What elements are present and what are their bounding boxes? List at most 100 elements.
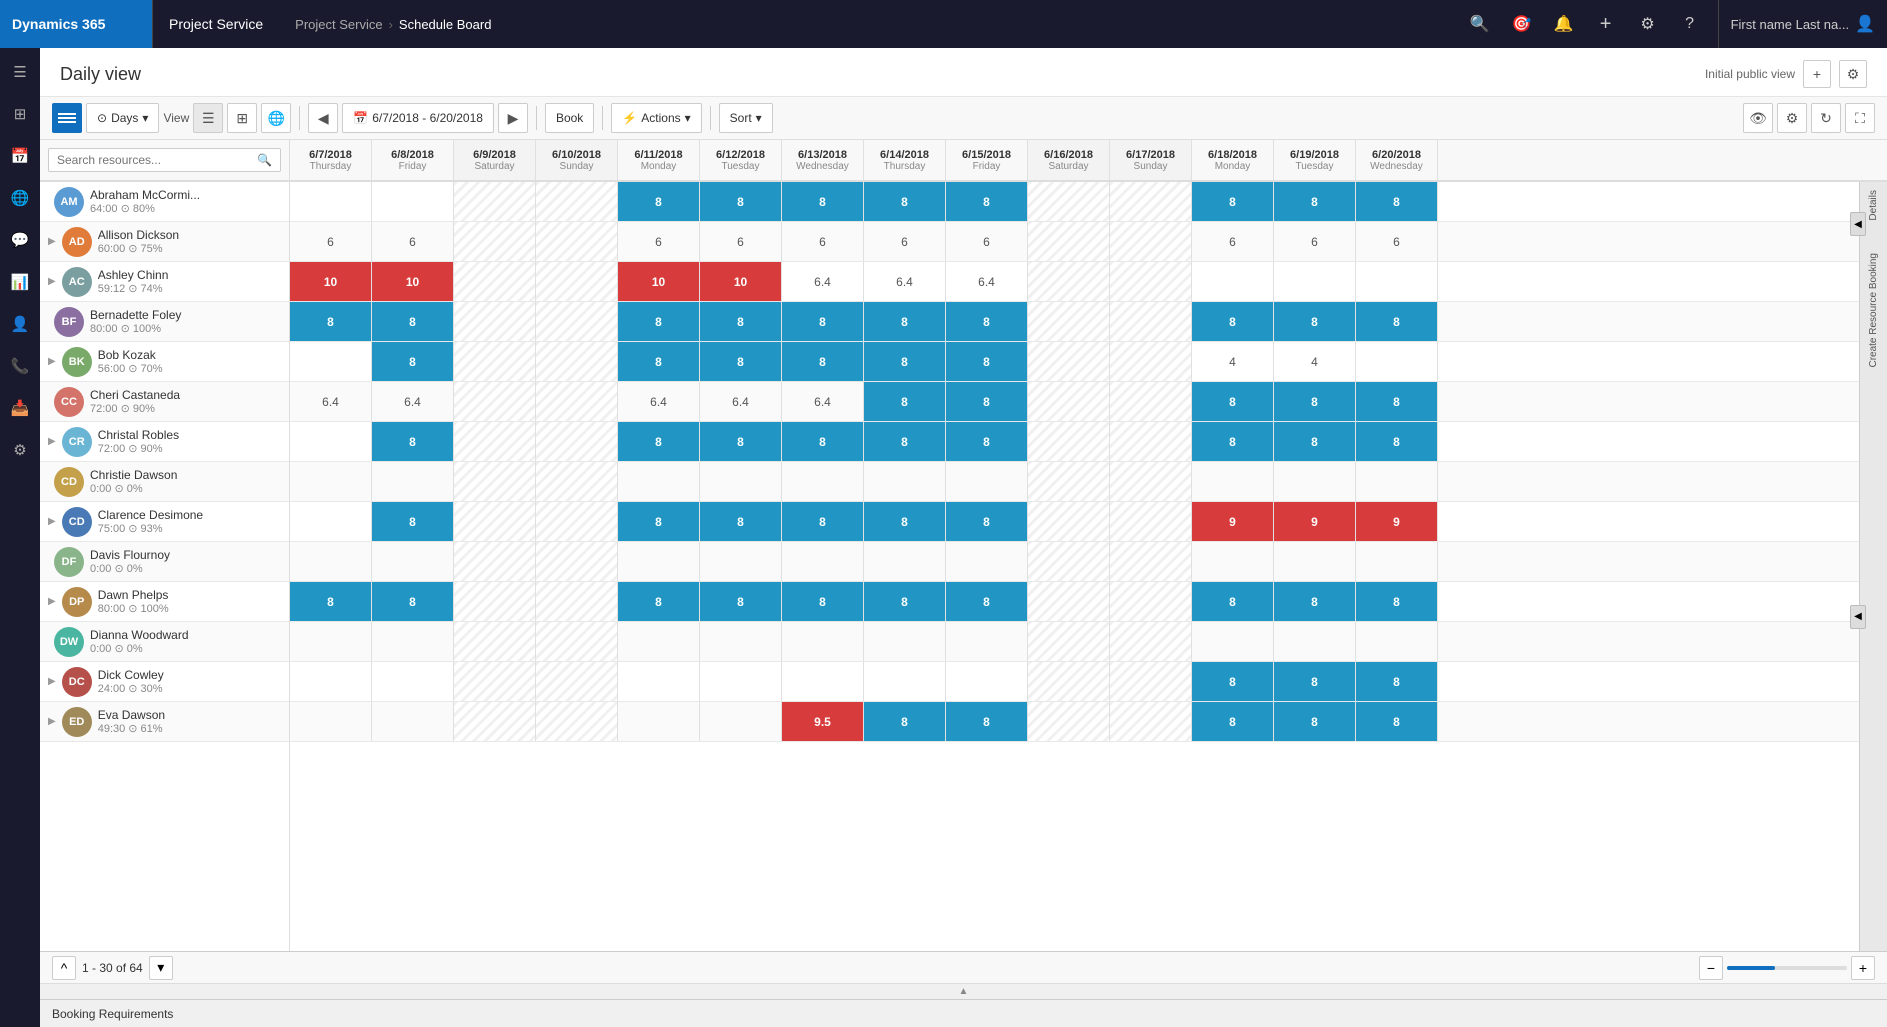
sidebar-schedule-icon[interactable]: 📅 xyxy=(0,136,40,176)
day-cell[interactable]: 8 xyxy=(1274,382,1356,421)
day-cell[interactable] xyxy=(1110,582,1192,621)
day-cell[interactable]: 8 xyxy=(864,582,946,621)
resource-info-row[interactable]: ▶ AC Ashley Chinn 59:12 ⊙ 74% xyxy=(40,262,289,302)
day-cell[interactable] xyxy=(454,262,536,301)
day-cell[interactable] xyxy=(1110,302,1192,341)
resource-info-row[interactable]: CC Cheri Castaneda 72:00 ⊙ 90% xyxy=(40,382,289,422)
day-cell[interactable]: 8 xyxy=(1356,582,1438,621)
day-cell[interactable]: 8 xyxy=(946,382,1028,421)
day-cell[interactable]: 6.4 xyxy=(290,382,372,421)
day-cell[interactable] xyxy=(536,702,618,741)
day-cell[interactable] xyxy=(1192,622,1274,661)
zoom-out-button[interactable]: − xyxy=(1699,956,1723,980)
day-cell[interactable]: 8 xyxy=(1192,302,1274,341)
filter-panel-button[interactable] xyxy=(52,103,82,133)
day-cell[interactable] xyxy=(536,382,618,421)
day-cell[interactable] xyxy=(1192,462,1274,501)
add-icon[interactable]: + xyxy=(1586,0,1626,48)
day-cell[interactable] xyxy=(1028,342,1110,381)
day-cell[interactable]: 8 xyxy=(864,182,946,221)
day-cell[interactable]: 8 xyxy=(700,422,782,461)
day-cell[interactable]: 8 xyxy=(1192,582,1274,621)
day-cell[interactable]: 8 xyxy=(618,342,700,381)
day-cell[interactable] xyxy=(1356,622,1438,661)
day-cell[interactable]: 10 xyxy=(290,262,372,301)
day-cell[interactable] xyxy=(946,542,1028,581)
day-cell[interactable] xyxy=(372,622,454,661)
day-cell[interactable] xyxy=(1110,662,1192,701)
date-picker-button[interactable]: 📅 6/7/2018 - 6/20/2018 xyxy=(342,103,494,133)
day-cell[interactable] xyxy=(536,342,618,381)
day-cell[interactable] xyxy=(536,222,618,261)
day-cell[interactable] xyxy=(782,622,864,661)
day-cell[interactable] xyxy=(454,182,536,221)
add-view-button[interactable]: + xyxy=(1803,60,1831,88)
day-cell[interactable]: 6 xyxy=(372,222,454,261)
actions-button[interactable]: ⚡ Actions ▾ xyxy=(611,103,701,133)
day-cell[interactable] xyxy=(1274,462,1356,501)
resource-info-row[interactable]: BF Bernadette Foley 80:00 ⊙ 100% xyxy=(40,302,289,342)
day-cell[interactable] xyxy=(454,382,536,421)
day-cell[interactable]: 6.4 xyxy=(618,382,700,421)
resource-info-row[interactable]: ▶ AD Allison Dickson 60:00 ⊙ 75% xyxy=(40,222,289,262)
day-cell[interactable]: 8 xyxy=(618,182,700,221)
day-cell[interactable] xyxy=(700,462,782,501)
day-cell[interactable] xyxy=(1028,622,1110,661)
day-cell[interactable]: 4 xyxy=(1274,342,1356,381)
day-cell[interactable] xyxy=(290,422,372,461)
day-cell[interactable] xyxy=(1110,502,1192,541)
day-cell[interactable] xyxy=(1110,342,1192,381)
day-cell[interactable]: 8 xyxy=(372,502,454,541)
day-cell[interactable]: 8 xyxy=(1274,422,1356,461)
day-cell[interactable]: 6 xyxy=(782,222,864,261)
day-cell[interactable]: 8 xyxy=(700,342,782,381)
day-cell[interactable]: 8 xyxy=(1274,582,1356,621)
help-icon[interactable]: ? xyxy=(1670,0,1710,48)
day-cell[interactable]: 8 xyxy=(372,422,454,461)
day-cell[interactable]: 6 xyxy=(618,222,700,261)
day-cell[interactable]: 8 xyxy=(782,422,864,461)
day-cell[interactable] xyxy=(1110,462,1192,501)
day-cell[interactable]: 8 xyxy=(1356,662,1438,701)
day-cell[interactable] xyxy=(1192,262,1274,301)
day-cell[interactable] xyxy=(1110,702,1192,741)
day-cell[interactable] xyxy=(290,542,372,581)
day-cell[interactable]: 6.4 xyxy=(700,382,782,421)
day-cell[interactable] xyxy=(864,462,946,501)
day-cell[interactable] xyxy=(1356,542,1438,581)
day-cell[interactable]: 8 xyxy=(946,422,1028,461)
day-cell[interactable]: 4 xyxy=(1192,342,1274,381)
day-cell[interactable]: 6 xyxy=(700,222,782,261)
day-cell[interactable] xyxy=(618,662,700,701)
resource-info-row[interactable]: ▶ DC Dick Cowley 24:00 ⊙ 30% xyxy=(40,662,289,702)
create-booking-collapse-button[interactable]: ◀ xyxy=(1850,605,1866,629)
day-cell[interactable] xyxy=(372,462,454,501)
day-cell[interactable] xyxy=(372,182,454,221)
day-cell[interactable] xyxy=(1110,622,1192,661)
day-cell[interactable] xyxy=(1356,342,1438,381)
grid-view-button[interactable]: ⊞ xyxy=(227,103,257,133)
day-cell[interactable] xyxy=(454,222,536,261)
resource-info-row[interactable]: CD Christie Dawson 0:00 ⊙ 0% xyxy=(40,462,289,502)
day-cell[interactable] xyxy=(864,662,946,701)
day-cell[interactable] xyxy=(290,622,372,661)
day-cell[interactable]: 10 xyxy=(372,262,454,301)
day-cell[interactable]: 8 xyxy=(618,502,700,541)
day-cell[interactable] xyxy=(536,182,618,221)
day-cell[interactable] xyxy=(1110,542,1192,581)
day-cell[interactable] xyxy=(1110,422,1192,461)
day-cell[interactable]: 8 xyxy=(782,582,864,621)
day-cell[interactable] xyxy=(1028,262,1110,301)
scroll-indicator[interactable]: ▲ xyxy=(40,983,1887,999)
day-cell[interactable] xyxy=(536,622,618,661)
resource-info-row[interactable]: ▶ CD Clarence Desimone 75:00 ⊙ 93% xyxy=(40,502,289,542)
day-cell[interactable]: 8 xyxy=(782,502,864,541)
day-cell[interactable] xyxy=(454,342,536,381)
day-cell[interactable] xyxy=(454,542,536,581)
resource-search-input[interactable] xyxy=(49,149,249,171)
resource-search-icon[interactable]: 🔍 xyxy=(249,149,280,171)
day-cell[interactable]: 8 xyxy=(946,182,1028,221)
day-cell[interactable]: 8 xyxy=(618,302,700,341)
day-cell[interactable] xyxy=(864,542,946,581)
day-cell[interactable]: 8 xyxy=(618,422,700,461)
